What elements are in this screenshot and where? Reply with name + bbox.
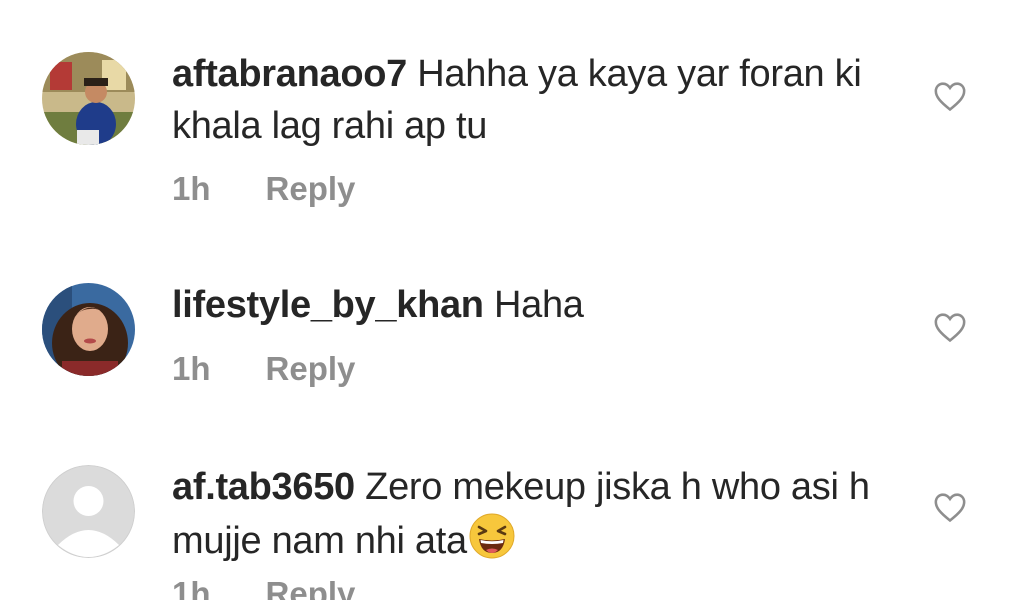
username[interactable]: lifestyle_by_khan	[172, 284, 484, 326]
heart-icon[interactable]	[933, 491, 967, 523]
grinning-squinting-face-icon	[469, 513, 515, 559]
username[interactable]: aftabranaoo7	[172, 53, 407, 95]
comment-meta: 1h Reply	[172, 350, 355, 388]
user-photo-icon	[42, 52, 135, 145]
comment-body: Haha	[494, 284, 584, 326]
user-photo-icon	[42, 283, 135, 376]
avatar[interactable]	[42, 283, 135, 376]
avatar[interactable]	[42, 52, 135, 145]
heart-icon[interactable]	[933, 80, 967, 112]
comment-text: lifestyle_by_khan Haha	[172, 279, 902, 331]
reply-button[interactable]: Reply	[266, 170, 356, 208]
comment-meta: 1h Reply	[172, 575, 355, 600]
timestamp: 1h	[172, 350, 211, 387]
avatar[interactable]	[42, 465, 135, 558]
reply-button[interactable]: Reply	[266, 350, 356, 388]
comment-meta: 1h Reply	[172, 170, 355, 208]
default-avatar-icon	[42, 465, 135, 558]
timestamp: 1h	[172, 170, 211, 207]
username[interactable]: af.tab3650	[172, 466, 355, 508]
reply-button[interactable]: Reply	[266, 575, 356, 600]
comment-text: aftabranaoo7 Hahha ya kaya yar foran ki …	[172, 48, 902, 152]
timestamp: 1h	[172, 575, 211, 600]
heart-icon[interactable]	[933, 311, 967, 343]
comment-text: af.tab3650 Zero mekeup jiska h who asi h…	[172, 461, 902, 567]
